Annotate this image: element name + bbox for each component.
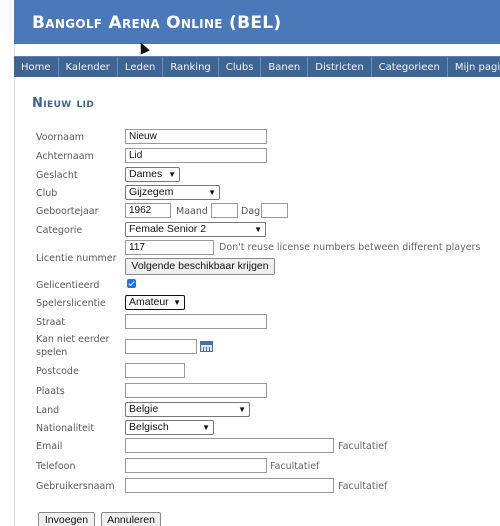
land-value: Belgie <box>129 403 159 415</box>
geboortejaar-input[interactable]: 1962 <box>125 203 171 218</box>
calendar-icon[interactable] <box>200 341 213 352</box>
gelicentieerd-checkbox[interactable] <box>127 279 136 288</box>
dag-input[interactable] <box>261 203 288 218</box>
plaats-label: Plaats <box>36 386 65 397</box>
dag-label: Dag <box>241 206 261 217</box>
nav-item-kalender[interactable]: Kalender <box>59 57 118 77</box>
land-select[interactable]: Belgie ▼ <box>125 402 250 417</box>
nav-item-mijn-pagina[interactable]: Mijn pagina <box>448 57 500 77</box>
gebruikersnaam-label: Gebruikersnaam <box>36 481 115 492</box>
chevron-down-icon: ▼ <box>202 423 210 432</box>
plaats-input[interactable] <box>125 383 267 398</box>
kan-niet-eerder-label-2: spelen <box>36 347 68 358</box>
chevron-down-icon: ▼ <box>238 405 246 414</box>
nav-item-districten[interactable]: Districten <box>308 57 372 77</box>
kan-niet-eerder-input[interactable] <box>125 339 197 354</box>
email-input[interactable] <box>125 438 334 453</box>
kan-niet-eerder-label-1: Kan niet eerder <box>36 334 110 345</box>
geslacht-select[interactable]: Dames ▼ <box>125 167 180 182</box>
licentie-hint: Don't reuse license numbers between diff… <box>219 242 481 253</box>
straat-input[interactable] <box>125 314 267 329</box>
voornaam-label: Voornaam <box>36 132 85 143</box>
categorie-value: Female Senior 2 <box>129 223 207 235</box>
chevron-down-icon: ▼ <box>173 298 181 307</box>
site-header: Bangolf Arena Online (BEL) <box>14 0 500 44</box>
gelicentieerd-label: Gelicentieerd <box>36 280 100 291</box>
nav-item-ranking[interactable]: Ranking <box>163 57 219 77</box>
geboortejaar-label: Geboortejaar <box>36 206 99 217</box>
straat-label: Straat <box>36 317 66 328</box>
postcode-label: Postcode <box>36 366 79 377</box>
gebruikersnaam-input[interactable] <box>125 478 334 493</box>
nationaliteit-label: Nationaliteit <box>36 423 95 434</box>
geslacht-label: Geslacht <box>36 170 78 181</box>
cancel-button[interactable]: Annuleren <box>101 512 161 526</box>
spelerslicentie-select[interactable]: Amateur ▼ <box>125 295 185 310</box>
maand-input[interactable] <box>211 203 238 218</box>
geslacht-value: Dames <box>129 168 163 180</box>
nav-item-clubs[interactable]: Clubs <box>219 57 262 77</box>
spelerslicentie-value: Amateur <box>129 296 169 308</box>
spelerslicentie-label: Spelerslicentie <box>36 298 106 309</box>
licentie-label: Licentie nummer <box>36 253 117 264</box>
page-title: Nieuw lid <box>32 96 95 111</box>
telefoon-input[interactable] <box>125 458 267 473</box>
nav-item-leden[interactable]: Leden <box>118 57 164 77</box>
next-available-button[interactable]: Volgende beschikbaar krijgen <box>125 258 275 275</box>
nationaliteit-value: Belgisch <box>129 421 169 433</box>
land-label: Land <box>36 405 60 416</box>
categorie-label: Categorie <box>36 225 83 236</box>
achternaam-input[interactable]: Lid <box>125 148 267 163</box>
nav-item-home[interactable]: Home <box>14 57 59 77</box>
site-title[interactable]: Bangolf Arena Online (BEL) <box>32 13 281 33</box>
nav-item-banen[interactable]: Banen <box>261 57 309 77</box>
gebruikersnaam-hint: Facultatief <box>338 481 388 492</box>
club-value: Gijzegem <box>129 186 174 198</box>
postcode-input[interactable] <box>125 363 185 378</box>
main-nav: Home Kalender Leden Ranking Clubs Banen … <box>14 56 500 77</box>
achternaam-label: Achternaam <box>36 151 94 162</box>
categorie-select[interactable]: Female Senior 2 ▼ <box>125 222 266 237</box>
chevron-down-icon: ▼ <box>208 188 216 197</box>
chevron-down-icon: ▼ <box>168 170 176 179</box>
email-label: Email <box>36 441 63 452</box>
nationaliteit-select[interactable]: Belgisch ▼ <box>125 420 214 435</box>
insert-button[interactable]: Invoegen <box>38 512 95 526</box>
club-label: Club <box>36 188 58 199</box>
telefoon-label: Telefoon <box>36 461 76 472</box>
licentie-input[interactable]: 117 <box>125 240 214 255</box>
voornaam-input[interactable]: Nieuw <box>125 129 267 144</box>
email-hint: Facultatief <box>338 441 388 452</box>
maand-label: Maand <box>176 206 208 217</box>
telefoon-hint: Facultatief <box>270 461 320 472</box>
chevron-down-icon: ▼ <box>254 225 262 234</box>
club-select[interactable]: Gijzegem ▼ <box>125 185 220 200</box>
nav-item-categorieen[interactable]: Categorieen <box>372 57 448 77</box>
